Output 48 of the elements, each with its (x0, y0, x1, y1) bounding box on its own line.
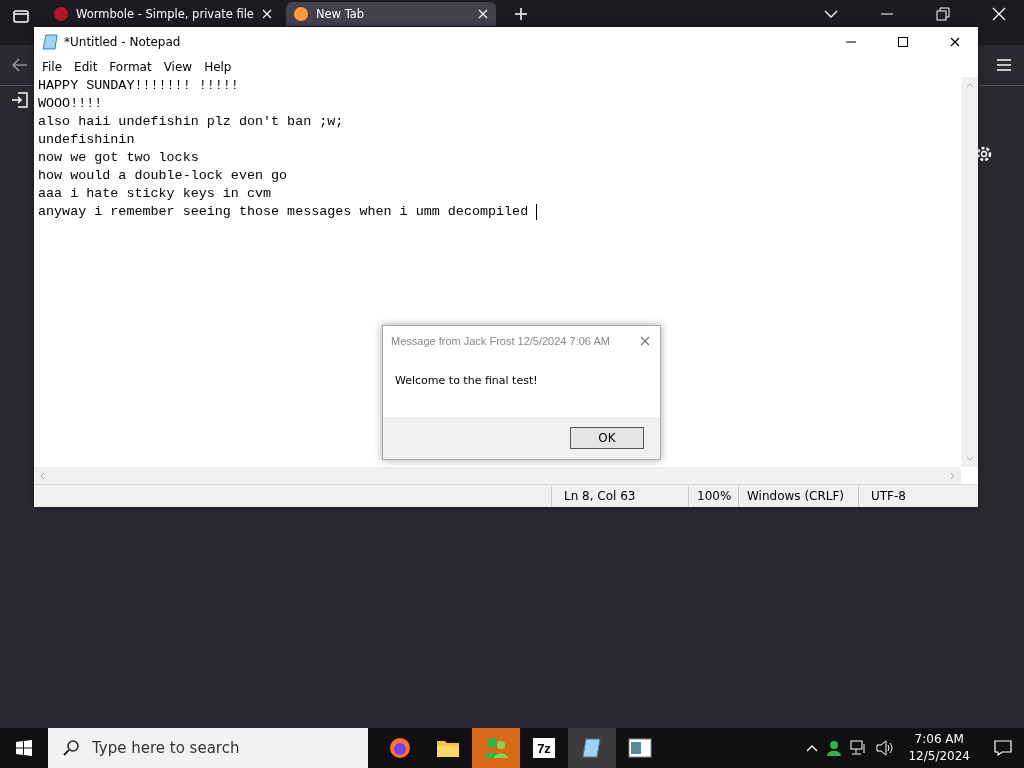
taskbar-app[interactable] (568, 728, 616, 768)
text-line: anyway i remember seeing those messages when i umm decompiled (38, 203, 530, 221)
notification-icon[interactable] (994, 740, 1012, 756)
search-field[interactable]: Type here to search (90, 738, 354, 758)
notepad-icon (42, 34, 58, 50)
chevron-up-icon[interactable] (806, 744, 819, 752)
text-cursor (536, 204, 538, 220)
clock[interactable]: 7:06 AM 12/5/2024 (902, 731, 976, 765)
firefox-icon (388, 736, 412, 760)
menu-item[interactable]: Edit (68, 60, 104, 74)
text-line: now we got two locks (38, 149, 199, 167)
sign-in-icon[interactable] (10, 90, 30, 110)
window-icon (628, 738, 652, 758)
archiver-icon: 7z (533, 738, 555, 758)
person-icon[interactable] (826, 740, 843, 756)
tab-list-icon[interactable] (12, 7, 30, 25)
close-icon (950, 37, 960, 47)
folder-icon (436, 738, 460, 758)
text-line: WOOO!!!! (38, 95, 103, 113)
people-icon (483, 736, 509, 760)
text-line: aaa i hate sticky keys in cvm (38, 185, 272, 203)
taskbar-app[interactable]: 7z (520, 728, 568, 768)
menu-item[interactable]: Help (198, 60, 238, 74)
window-title: *Untitled - Notepad (64, 35, 182, 49)
search-icon[interactable] (62, 739, 80, 757)
browser-tab[interactable]: Wormbole - Simple, private file (46, 2, 280, 26)
restore-icon[interactable] (936, 7, 950, 21)
menu-item[interactable]: View (157, 60, 199, 74)
ok-button[interactable]: OK (570, 427, 644, 449)
new-tab-icon[interactable] (513, 7, 528, 21)
menu-item[interactable]: File (36, 60, 69, 74)
text-line: undefishinin (38, 131, 135, 149)
text-line: also haii undefishin plz don't ban ;w; (38, 113, 344, 131)
notepad-icon (581, 737, 603, 759)
cursor-position: Ln 8, Col 63 (551, 485, 688, 507)
maximize-icon (898, 37, 908, 47)
search-bar[interactable]: Type here to search (48, 728, 368, 768)
windows-logo-icon[interactable] (16, 740, 32, 756)
encoding: UTF-8 (858, 485, 978, 507)
browser-tab[interactable]: New Tab (285, 2, 496, 26)
menu-item[interactable]: Format (103, 60, 158, 74)
text-line: how would a double-lock even go (38, 167, 288, 185)
dialog-message: Welcome to the final test! (395, 374, 538, 387)
text-line: HAPPY SUNDAY!!!!!!! !!!!! (38, 77, 239, 95)
dialog-title: Message from Jack Frost 12/5/2024 7:06 AM (391, 335, 611, 347)
volume-icon[interactable] (876, 740, 895, 756)
line-endings: Windows (CRLF) (738, 485, 858, 507)
zoom-level: 100% (688, 485, 738, 507)
